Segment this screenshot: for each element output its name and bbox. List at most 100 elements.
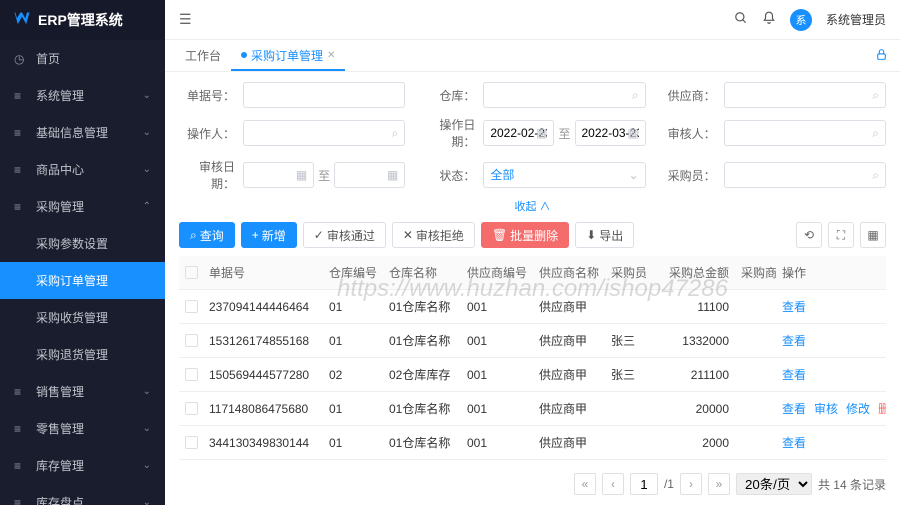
approve-button[interactable]: ✓ 审核通过	[303, 222, 386, 248]
search-suffix-icon[interactable]: ⌕	[392, 126, 399, 141]
menu-icon: ≡	[14, 422, 28, 436]
topbar: ☰ 系 系统管理员	[165, 0, 900, 40]
close-icon[interactable]: ✕	[327, 50, 335, 61]
row-action[interactable]: 查看	[782, 434, 806, 451]
sidebar-subitem[interactable]: 采购参数设置	[0, 225, 165, 262]
menu-icon: ≡	[14, 459, 28, 473]
chevron-down-icon: ⌄	[143, 497, 151, 505]
search-suffix-icon[interactable]: ⌕	[872, 168, 879, 183]
sidebar-item-label: 基础信息管理	[36, 124, 108, 141]
sidebar-item[interactable]: ≡商品中心⌄	[0, 151, 165, 188]
sidebar-subitem[interactable]: 采购收货管理	[0, 299, 165, 336]
row-action[interactable]: 查看	[782, 332, 806, 349]
collapse-toggle[interactable]: 收起 ∧	[179, 198, 886, 214]
tab[interactable]: 工作台	[175, 42, 231, 69]
sidebar-item-label: 销售管理	[36, 383, 84, 400]
search-suffix-icon[interactable]: ⌕	[872, 88, 879, 103]
row-checkbox[interactable]	[185, 334, 198, 347]
sidebar-item[interactable]: ≡销售管理⌄	[0, 373, 165, 410]
row-action[interactable]: 查看	[782, 400, 806, 417]
row-action[interactable]: 审核	[814, 400, 838, 417]
row-checkbox[interactable]	[185, 402, 198, 415]
sidebar-subitem[interactable]: 采购退货管理	[0, 336, 165, 373]
sidebar-item-label: 系统管理	[36, 87, 84, 104]
fullscreen-button[interactable]: ⛶	[828, 222, 854, 248]
row-action[interactable]: 查看	[782, 366, 806, 383]
row-checkbox[interactable]	[185, 300, 198, 313]
search-suffix-icon[interactable]: ⌕	[872, 126, 879, 141]
hamburger-icon[interactable]: ☰	[179, 11, 192, 28]
chevron-down-icon: ⌄	[143, 127, 151, 138]
add-button[interactable]: + 新增	[241, 222, 297, 248]
status-select[interactable]	[490, 168, 638, 182]
app-name: ERP管理系统	[38, 10, 123, 30]
sidebar-item-label: 商品中心	[36, 161, 84, 178]
sidebar-item-label: 库存管理	[36, 457, 84, 474]
warehouse-label: 仓库：	[419, 87, 475, 104]
lock-icon[interactable]	[875, 48, 888, 64]
doc-no-input[interactable]	[250, 88, 398, 102]
auditor-label: 审核人：	[660, 125, 716, 142]
buyer-label: 采购员：	[660, 167, 716, 184]
status-label: 状态：	[419, 167, 475, 184]
chevron-up-icon: ⌃	[143, 201, 151, 212]
active-dot-icon	[241, 52, 247, 58]
table-header: 供应商编号	[461, 256, 533, 290]
batch-delete-button[interactable]: 🗑 批量删除	[481, 222, 569, 248]
grid-settings-button[interactable]: ▦	[860, 222, 886, 248]
row-checkbox[interactable]	[185, 436, 198, 449]
pager-last[interactable]: »	[708, 473, 730, 495]
select-all-checkbox[interactable]	[185, 266, 198, 279]
sidebar-item-label: 首页	[36, 50, 60, 67]
username[interactable]: 系统管理员	[826, 11, 886, 28]
avatar[interactable]: 系	[790, 9, 812, 31]
audit-date-label: 审核日期：	[179, 158, 235, 192]
table-row: 150569444577280 02 02仓库库存 001 供应商甲 张三 21…	[179, 358, 886, 392]
supplier-label: 供应商：	[660, 87, 716, 104]
pager-total: 共 14 条记录	[818, 476, 886, 493]
sidebar-item-label: 零售管理	[36, 420, 84, 437]
buyer-input[interactable]	[731, 168, 879, 182]
sidebar-item[interactable]: ≡库存盘点⌄	[0, 484, 165, 505]
export-button[interactable]: ⬇ 导出	[575, 222, 634, 248]
operator-input[interactable]	[250, 126, 398, 140]
bell-icon[interactable]	[762, 11, 776, 28]
table-row: 237094144446464 01 01仓库名称 001 供应商甲 11100…	[179, 290, 886, 324]
sidebar-item[interactable]: ≡库存管理⌄	[0, 447, 165, 484]
operator-label: 操作人：	[179, 125, 235, 142]
search-suffix-icon[interactable]: ⌕	[632, 88, 639, 103]
tab[interactable]: 采购订单管理✕	[231, 42, 345, 71]
table-row: 117148086475680 01 01仓库名称 001 供应商甲 20000…	[179, 392, 886, 426]
supplier-input[interactable]	[731, 88, 879, 102]
table-header: 操作	[776, 256, 886, 290]
sidebar-item[interactable]: ≡基础信息管理⌄	[0, 114, 165, 151]
pager-next[interactable]: ›	[680, 473, 702, 495]
sidebar-subitem[interactable]: 采购订单管理	[0, 262, 165, 299]
sidebar-item-label: 库存盘点	[36, 494, 84, 505]
refresh-button[interactable]: ⟲	[796, 222, 822, 248]
auditor-input[interactable]	[731, 126, 879, 140]
pager-size-select[interactable]: 20条/页	[736, 473, 812, 495]
row-checkbox[interactable]	[185, 368, 198, 381]
menu-icon: ≡	[14, 89, 28, 103]
table-row: 153126174855168 01 01仓库名称 001 供应商甲 张三 13…	[179, 324, 886, 358]
chevron-down-icon: ⌄	[143, 90, 151, 101]
logo-icon	[12, 10, 32, 30]
row-action[interactable]: 查看	[782, 298, 806, 315]
sidebar-item[interactable]: ≡零售管理⌄	[0, 410, 165, 447]
sidebar-item[interactable]: ≡采购管理⌃	[0, 188, 165, 225]
sidebar-item[interactable]: ◷首页	[0, 40, 165, 77]
table-header: 采购总金额	[657, 256, 735, 290]
search-button[interactable]: ⌕ 查询	[179, 222, 235, 248]
reject-button[interactable]: ✕ 审核拒绝	[392, 222, 475, 248]
pager-page-input[interactable]	[630, 473, 658, 495]
op-date-label: 操作日期：	[419, 116, 475, 150]
row-action[interactable]: 修改	[846, 400, 870, 417]
table-header: 仓库名称	[383, 256, 461, 290]
warehouse-input[interactable]	[490, 88, 638, 102]
sidebar-item[interactable]: ≡ 系统管理 ⌄	[0, 77, 165, 114]
pager-first[interactable]: «	[574, 473, 596, 495]
search-icon[interactable]	[734, 11, 748, 28]
pager-prev[interactable]: ‹	[602, 473, 624, 495]
row-action[interactable]: 删除	[878, 400, 886, 417]
